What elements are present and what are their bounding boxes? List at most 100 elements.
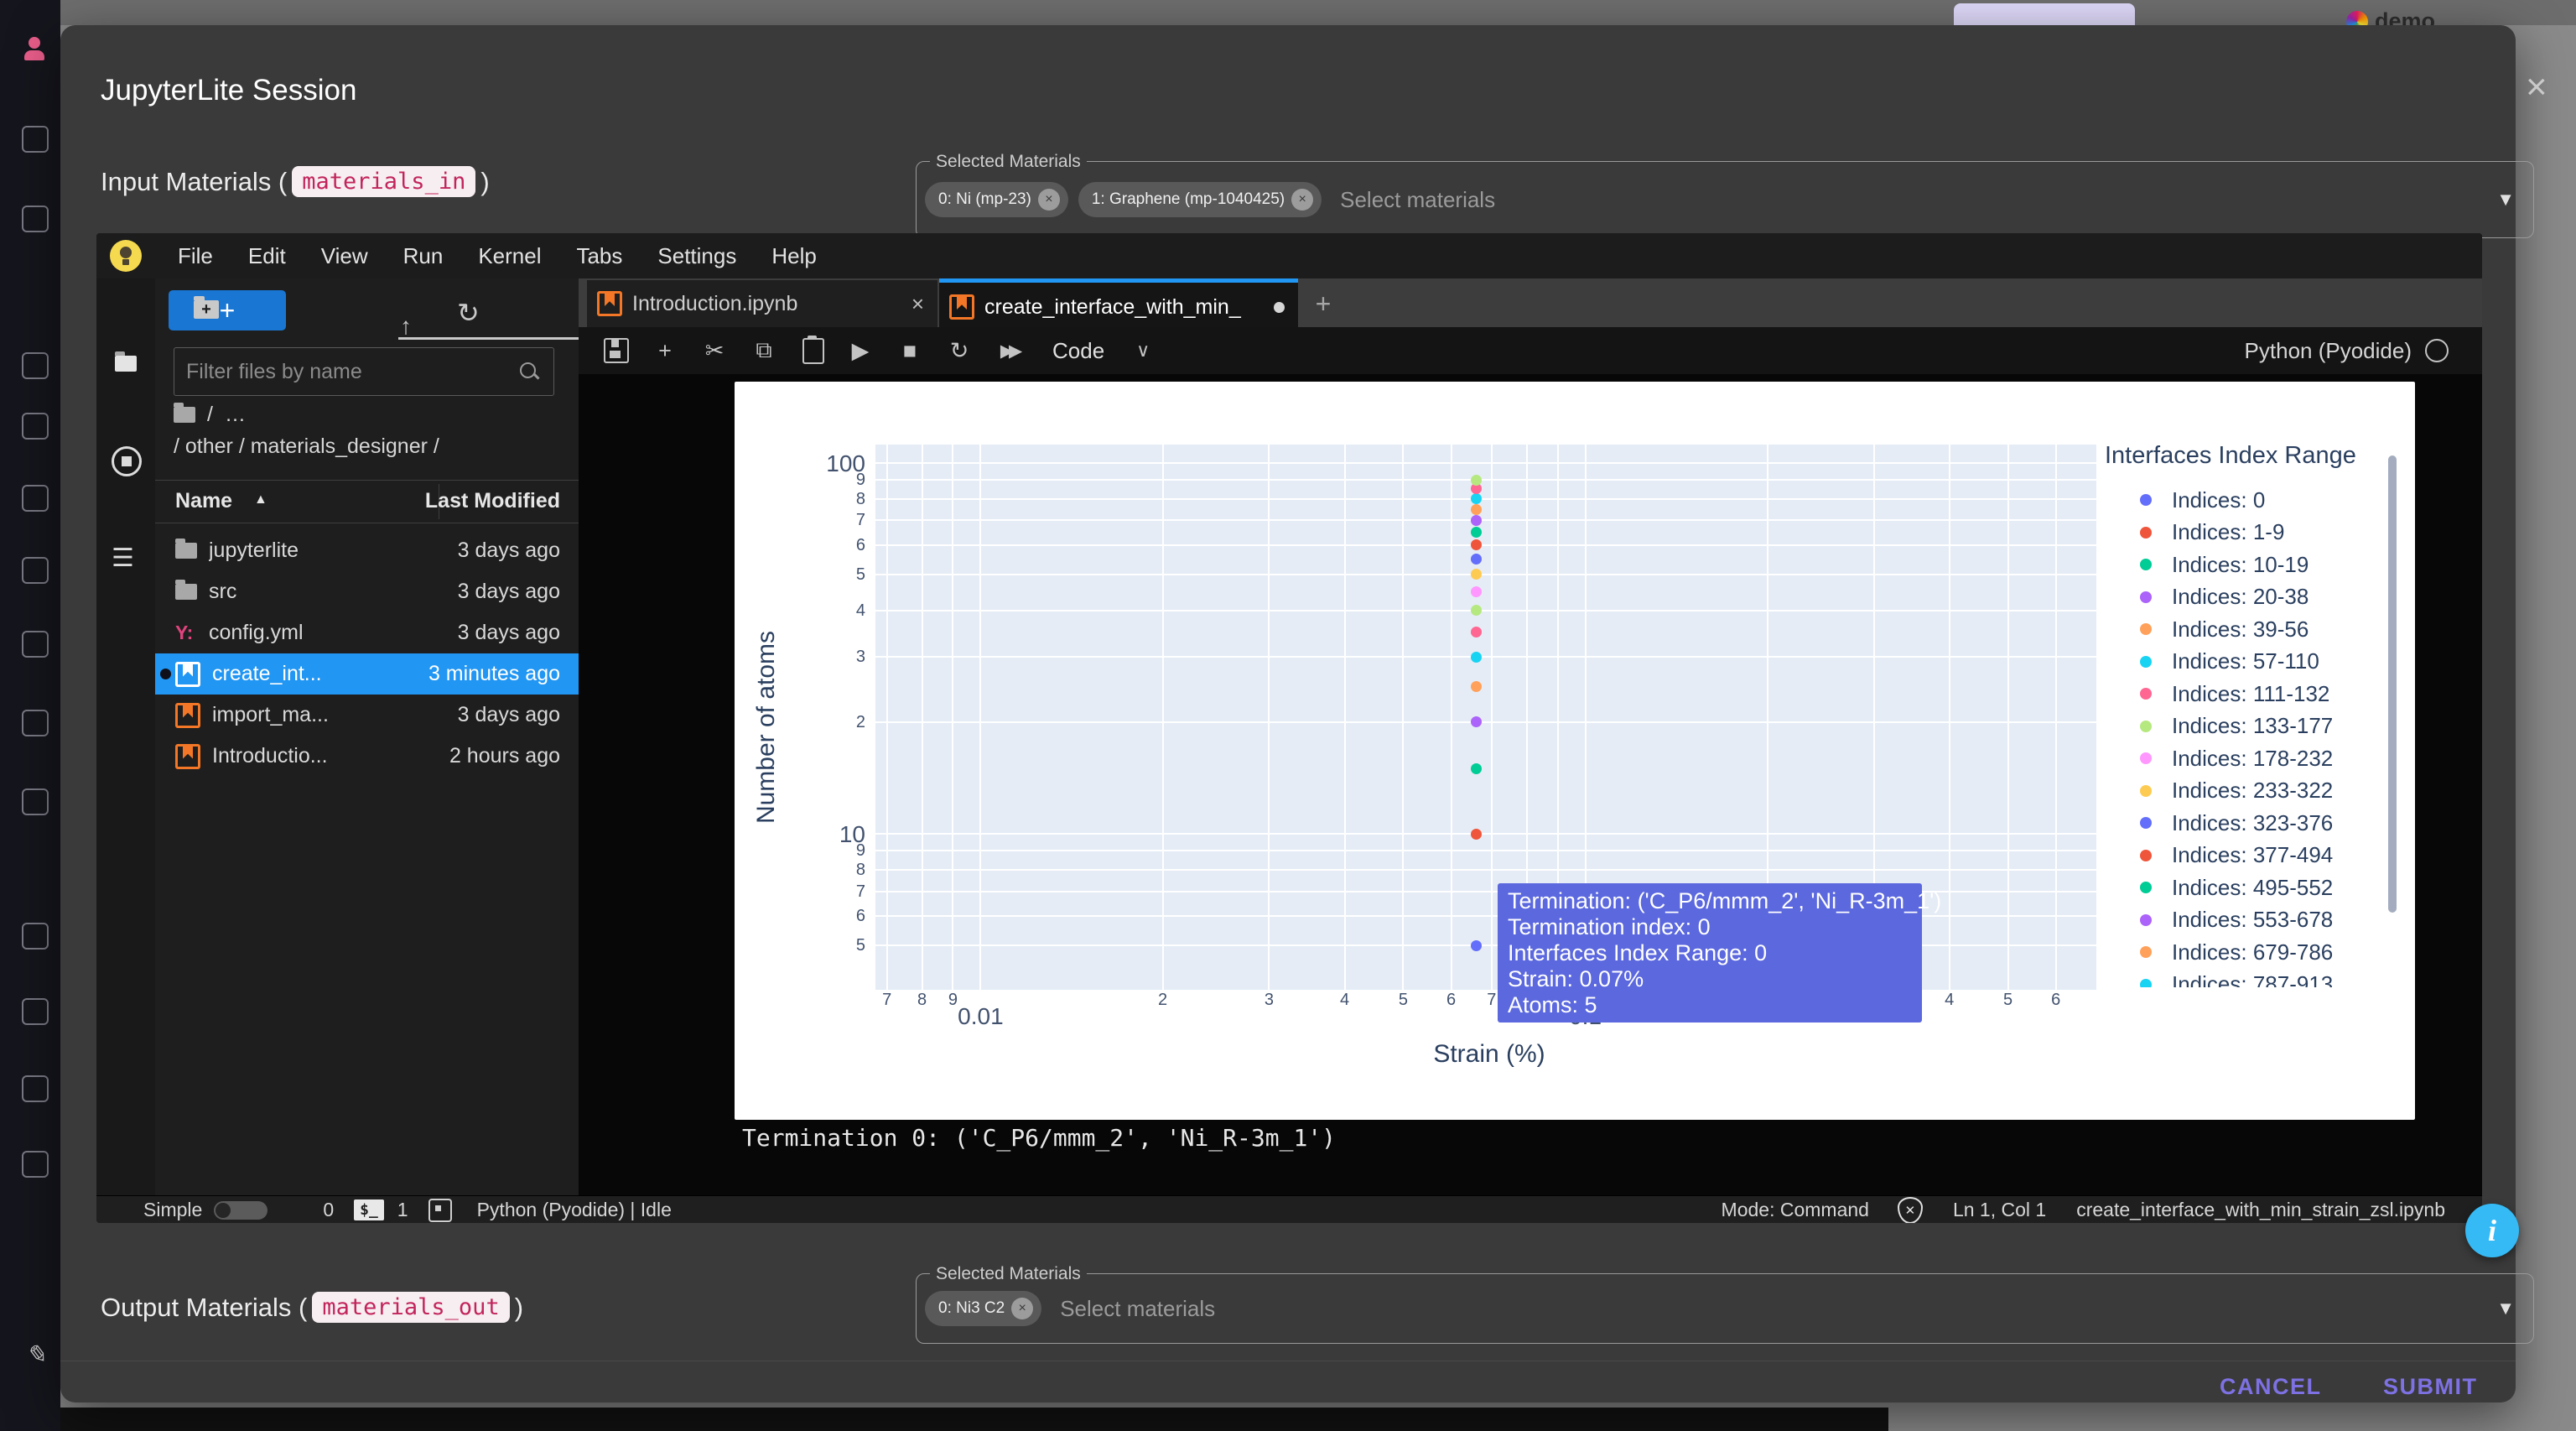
- restart-kernel-icon[interactable]: ↻: [946, 338, 973, 364]
- data-point[interactable]: [1471, 493, 1482, 504]
- data-point[interactable]: [1471, 652, 1482, 663]
- breadcrumb-root[interactable]: /: [207, 403, 213, 427]
- legend-item[interactable]: Indices: 0: [2105, 484, 2381, 517]
- app-sidebar-icon[interactable]: [22, 126, 49, 153]
- breadcrumb-path[interactable]: / other / materials_designer /: [174, 435, 439, 459]
- submit-button[interactable]: SUBMIT: [2383, 1374, 2478, 1400]
- legend-item[interactable]: Indices: 10-19: [2105, 549, 2381, 581]
- mode-indicator[interactable]: Mode: Command: [1722, 1199, 1869, 1221]
- column-last-modified[interactable]: Last Modified: [425, 489, 560, 513]
- app-sidebar-icon[interactable]: [22, 923, 49, 950]
- file-row[interactable]: import_ma...3 days ago: [155, 695, 579, 736]
- notebook-canvas[interactable]: 1009876543210987657890.01234567890.12345…: [579, 374, 2482, 1195]
- remove-chip-icon[interactable]: ×: [1291, 189, 1313, 211]
- save-icon[interactable]: [604, 338, 629, 363]
- table-of-contents-tab-icon[interactable]: ☰: [112, 544, 134, 573]
- chevron-down-icon[interactable]: ▼: [2496, 1298, 2515, 1319]
- menu-help[interactable]: Help: [754, 243, 834, 269]
- tab-introduction[interactable]: Introduction.ipynb ×: [587, 280, 937, 327]
- legend-item[interactable]: Indices: 1-9: [2105, 517, 2381, 549]
- input-select-placeholder[interactable]: Select materials: [1340, 187, 1495, 213]
- tab-create-interface[interactable]: create_interface_with_min_: [939, 278, 1298, 331]
- cursor-position[interactable]: Ln 1, Col 1: [1953, 1199, 2046, 1221]
- file-row[interactable]: jupyterlite3 days ago: [155, 530, 579, 571]
- output-select-placeholder[interactable]: Select materials: [1060, 1296, 1215, 1322]
- cell-type-dropdown[interactable]: Code: [1052, 338, 1104, 364]
- menu-edit[interactable]: Edit: [231, 243, 304, 269]
- app-sidebar-icon[interactable]: [22, 352, 49, 379]
- chevron-down-icon[interactable]: ▼: [2496, 189, 2515, 211]
- input-materials-select[interactable]: Selected Materials 0: Ni (mp-23)×1: Grap…: [916, 161, 2534, 238]
- legend-item[interactable]: Indices: 133-177: [2105, 710, 2381, 743]
- menu-kernel[interactable]: Kernel: [460, 243, 558, 269]
- run-icon[interactable]: ▶: [847, 338, 874, 364]
- material-chip[interactable]: 0: Ni (mp-23)×: [925, 182, 1068, 217]
- legend-item[interactable]: Indices: 323-376: [2105, 807, 2381, 840]
- new-launcher-button[interactable]: +: [169, 290, 286, 330]
- legend-item[interactable]: Indices: 377-494: [2105, 840, 2381, 872]
- simple-mode-toggle[interactable]: [214, 1201, 267, 1220]
- data-point[interactable]: [1471, 527, 1482, 538]
- data-point[interactable]: [1471, 504, 1482, 515]
- app-sidebar-icon[interactable]: [22, 557, 49, 584]
- app-sidebar-icon[interactable]: [22, 1075, 49, 1102]
- file-list-header[interactable]: Name ▲ Last Modified: [155, 480, 579, 523]
- file-name[interactable]: import_ma...: [212, 703, 329, 727]
- file-row[interactable]: Y:config.yml3 days ago: [155, 612, 579, 653]
- menu-settings[interactable]: Settings: [640, 243, 754, 269]
- restart-run-all-icon[interactable]: ▶▶: [995, 341, 1022, 362]
- legend-item[interactable]: Indices: 39-56: [2105, 613, 2381, 646]
- shield-x-icon[interactable]: ✕: [1898, 1197, 1923, 1224]
- terminals-count[interactable]: 0: [323, 1199, 334, 1221]
- data-point[interactable]: [1471, 475, 1482, 486]
- file-row[interactable]: src3 days ago: [155, 571, 579, 612]
- new-tab-button[interactable]: +: [1305, 287, 1342, 320]
- menu-file[interactable]: File: [160, 243, 231, 269]
- legend-item[interactable]: Indices: 20-38: [2105, 581, 2381, 614]
- paste-icon[interactable]: [802, 338, 824, 364]
- kernel-status-text[interactable]: Python (Pyodide) | Idle: [477, 1199, 672, 1221]
- kernel-status-icon[interactable]: [2425, 339, 2449, 362]
- app-sidebar-icon[interactable]: [22, 788, 49, 815]
- data-point[interactable]: [1471, 627, 1482, 637]
- terminal-icon[interactable]: $_: [354, 1199, 384, 1220]
- tab-label[interactable]: Introduction.ipynb: [632, 292, 797, 316]
- refresh-icon[interactable]: ↻: [457, 297, 480, 329]
- legend-item[interactable]: Indices: 233-322: [2105, 775, 2381, 808]
- close-tab-icon[interactable]: ×: [911, 291, 924, 317]
- file-name[interactable]: create_int...: [212, 662, 322, 686]
- add-cell-icon[interactable]: +: [652, 338, 678, 364]
- column-name[interactable]: Name: [175, 489, 232, 513]
- legend-item[interactable]: Indices: 111-132: [2105, 678, 2381, 710]
- cancel-button[interactable]: CANCEL: [2220, 1374, 2322, 1400]
- data-point[interactable]: [1471, 829, 1482, 840]
- kernels-count[interactable]: 1: [397, 1199, 408, 1221]
- tab-label[interactable]: create_interface_with_min_: [984, 295, 1241, 320]
- remove-chip-icon[interactable]: ×: [1011, 1298, 1033, 1319]
- material-chip[interactable]: 0: Ni3 C2×: [925, 1291, 1041, 1326]
- breadcrumb[interactable]: / …: [174, 403, 246, 427]
- legend-item[interactable]: Indices: 679-786: [2105, 936, 2381, 969]
- file-name[interactable]: Introductio...: [212, 744, 328, 768]
- output-materials-select[interactable]: Selected Materials 0: Ni3 C2× Select mat…: [916, 1273, 2534, 1344]
- kernel-name[interactable]: Python (Pyodide): [2245, 338, 2412, 364]
- stop-icon[interactable]: ■: [896, 338, 923, 364]
- chevron-down-icon[interactable]: ∨: [1136, 340, 1150, 362]
- legend-item[interactable]: Indices: 787-913: [2105, 969, 2381, 988]
- material-chip[interactable]: 1: Graphene (mp-1040425)×: [1078, 182, 1322, 217]
- menu-run[interactable]: Run: [386, 243, 461, 269]
- new-folder-icon[interactable]: +: [194, 300, 219, 319]
- data-point[interactable]: [1471, 586, 1482, 597]
- app-sidebar-icon[interactable]: [22, 998, 49, 1025]
- data-point[interactable]: [1471, 681, 1482, 692]
- app-sidebar-icon[interactable]: [22, 631, 49, 658]
- data-point[interactable]: [1471, 763, 1482, 774]
- info-button[interactable]: i: [2465, 1204, 2519, 1257]
- app-sidebar-icon[interactable]: [22, 206, 49, 232]
- legend-item[interactable]: Indices: 495-552: [2105, 872, 2381, 904]
- cut-icon[interactable]: ✂: [701, 338, 728, 364]
- close-icon[interactable]: ×: [2526, 69, 2547, 106]
- file-name[interactable]: config.yml: [209, 621, 304, 645]
- file-name[interactable]: jupyterlite: [209, 539, 299, 563]
- file-name[interactable]: src: [209, 580, 236, 604]
